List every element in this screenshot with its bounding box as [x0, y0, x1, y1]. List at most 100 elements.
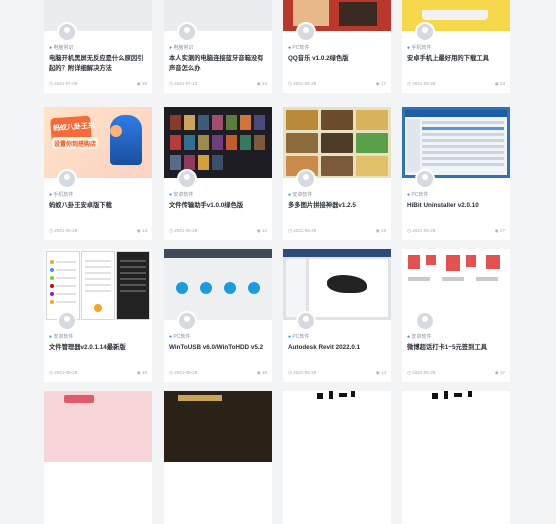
thumb-qr-mark: [339, 393, 347, 397]
article-title[interactable]: HiBit Uninstaller v2.0.10: [407, 201, 506, 211]
article-meta: 2021-05-29 12: [169, 228, 267, 234]
article-title[interactable]: WinToUSB v6.0/WinToHDD v5.2: [169, 343, 268, 353]
thumb-qr-mark: [351, 391, 355, 397]
author-avatar[interactable]: [415, 169, 435, 189]
article-thumbnail[interactable]: [402, 249, 510, 320]
article-category[interactable]: PC软件: [169, 333, 190, 340]
article-category[interactable]: 电脑常识: [49, 44, 73, 51]
thumb-tile: [356, 156, 388, 176]
thumb-tile: [184, 135, 195, 150]
author-avatar[interactable]: [296, 22, 316, 42]
article-card[interactable]: 手机软件 安卓手机上最好用的下载工具 2021-05-28 23: [402, 0, 510, 93]
article-thumbnail[interactable]: 蚂蚁八卦王来 设置你到搭购店: [44, 107, 152, 178]
author-avatar[interactable]: [415, 22, 435, 42]
author-avatar[interactable]: [57, 311, 77, 331]
article-category[interactable]: PC软件: [288, 333, 309, 340]
article-views: 24: [257, 81, 267, 87]
thumb-tile: [286, 110, 318, 130]
article-card[interactable]: [44, 391, 152, 524]
article-card[interactable]: PC软件 QQ音乐 v1.0.2绿色版 2021-05-28 17: [283, 0, 391, 93]
article-title[interactable]: Autodesk Revit 2022.0.1: [288, 343, 387, 353]
thumb-tile: [170, 135, 181, 150]
article-date: 2021-05-29: [169, 228, 197, 233]
article-card[interactable]: PC软件 WinToUSB v6.0/WinToHDD v5.2 2021-05…: [164, 249, 272, 382]
article-meta: 2021-05-28 17: [288, 81, 386, 87]
thumb-block: [486, 255, 500, 269]
thumb-tile: [170, 115, 181, 130]
thumb-sidebar: [407, 119, 420, 172]
article-card[interactable]: 安卓软件 文件传输助手v1.0.0绿色版 2021-05-29 12: [164, 107, 272, 240]
article-date: 2021-05-29: [49, 370, 77, 375]
thumb-figure: [422, 10, 488, 20]
author-avatar[interactable]: [177, 169, 197, 189]
author-avatar[interactable]: [177, 22, 197, 42]
article-card[interactable]: 安卓软件 微博超话打卡1~5元签到工具 2021-05-29 17: [402, 249, 510, 382]
article-title[interactable]: 文件管理器v2.0.1.14最新版: [49, 343, 148, 353]
article-card[interactable]: [402, 391, 510, 524]
thumb-model: [327, 275, 367, 293]
article-category[interactable]: PC软件: [288, 44, 309, 51]
article-title[interactable]: 安卓手机上最好用的下载工具: [407, 54, 506, 64]
article-title[interactable]: 文件传输助手v1.0.0绿色版: [169, 201, 268, 211]
thumb-tile: [321, 110, 353, 130]
author-avatar[interactable]: [415, 311, 435, 331]
thumb-icon: [248, 282, 260, 294]
author-avatar[interactable]: [177, 311, 197, 331]
article-thumbnail[interactable]: [164, 249, 272, 320]
author-avatar[interactable]: [296, 311, 316, 331]
article-card[interactable]: 安卓软件 文件管理器v2.0.1.14最新版 2021-05-29 19: [44, 249, 152, 382]
thumb-block: [466, 255, 476, 267]
article-title[interactable]: QQ音乐 v1.0.2绿色版: [288, 54, 387, 64]
article-meta: 2021-05-29 19: [49, 370, 147, 376]
article-card[interactable]: PC软件 HiBit Uninstaller v2.0.10 2021-05-2…: [402, 107, 510, 240]
article-card[interactable]: 电脑常识 电脑开机黑屏无反应是什么原因引起的？附详细解决方法 2021-07-0…: [44, 0, 152, 93]
article-category[interactable]: 手机软件: [407, 44, 431, 51]
article-meta: 2021-07-09 38: [49, 81, 147, 87]
article-meta: 2021-05-29 27: [407, 228, 505, 234]
article-meta: 2021-05-29 13: [49, 228, 147, 234]
article-title[interactable]: 蚂蚁八卦王安卓版下载: [49, 201, 148, 211]
article-thumbnail[interactable]: [164, 107, 272, 178]
thumb-tile: [198, 115, 209, 130]
article-title[interactable]: 多多图片拼接神器v1.2.5: [288, 201, 387, 211]
article-card[interactable]: 电脑常识 本人实测的电脑连接蓝牙音箱没有声音怎么办 2021-07-13 24: [164, 0, 272, 93]
article-thumbnail[interactable]: [283, 249, 391, 320]
article-category[interactable]: PC软件: [407, 191, 428, 198]
article-thumbnail[interactable]: [283, 391, 391, 462]
article-card[interactable]: [283, 391, 391, 524]
article-category[interactable]: 手机软件: [49, 191, 73, 198]
article-category[interactable]: 安卓软件: [407, 333, 431, 340]
article-thumbnail[interactable]: [283, 107, 391, 178]
article-category[interactable]: 电脑常识: [169, 44, 193, 51]
article-thumbnail[interactable]: [44, 391, 152, 462]
author-avatar[interactable]: [57, 169, 77, 189]
article-category[interactable]: 安卓软件: [169, 191, 193, 198]
article-views: 23: [495, 81, 505, 87]
thumb-qr-mark: [468, 391, 472, 397]
thumb-figure: [110, 125, 122, 137]
article-thumbnail[interactable]: [164, 391, 272, 462]
article-card[interactable]: 安卓软件 多多图片拼接神器v1.2.5 2021-05-29 19: [283, 107, 391, 240]
article-thumbnail[interactable]: [402, 107, 510, 178]
author-avatar[interactable]: [296, 169, 316, 189]
article-meta: 2021-05-28 23: [407, 81, 505, 87]
article-thumbnail[interactable]: [44, 249, 152, 320]
thumb-qr-mark: [317, 393, 323, 399]
thumb-phone-screen: [46, 251, 80, 320]
thumb-row: [422, 145, 504, 148]
thumb-row: [422, 121, 504, 124]
article-category[interactable]: 安卓软件: [49, 333, 73, 340]
article-card[interactable]: 蚂蚁八卦王来 设置你到搭购店 手机软件 蚂蚁八卦王安卓版下载 2021-05-2…: [44, 107, 152, 240]
article-title[interactable]: 微博超话打卡1~5元签到工具: [407, 343, 506, 353]
article-card[interactable]: PC软件 Autodesk Revit 2022.0.1 2021-05-29 …: [283, 249, 391, 382]
article-title[interactable]: 电脑开机黑屏无反应是什么原因引起的？附详细解决方法: [49, 54, 148, 74]
article-card[interactable]: [164, 391, 272, 524]
thumb-row: [422, 139, 504, 142]
article-category[interactable]: 安卓软件: [288, 191, 312, 198]
author-avatar[interactable]: [57, 22, 77, 42]
thumb-icon: [176, 282, 188, 294]
article-date: 2021-05-29: [407, 370, 435, 375]
thumb-tile: [226, 115, 237, 130]
article-thumbnail[interactable]: [402, 391, 510, 462]
article-title[interactable]: 本人实测的电脑连接蓝牙音箱没有声音怎么办: [169, 54, 268, 74]
